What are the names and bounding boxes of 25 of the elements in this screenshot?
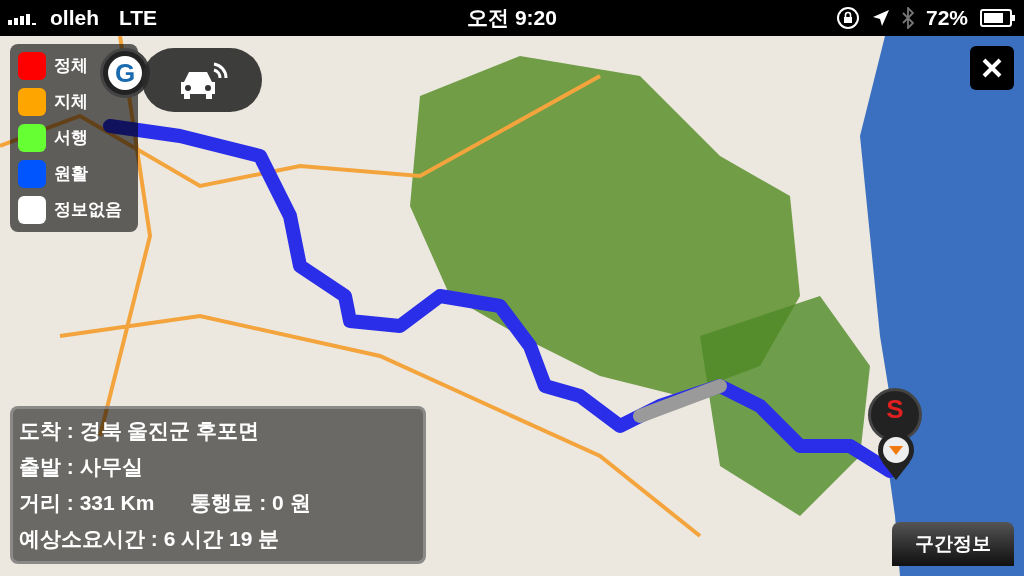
signal-icon — [8, 11, 38, 25]
rotation-lock-icon — [835, 6, 860, 30]
route-info-text: 거리 : 331 Km — [19, 490, 155, 517]
legend-label: 정보없음 — [54, 199, 122, 222]
legend-label: 원활 — [54, 163, 88, 186]
close-icon — [981, 57, 1003, 79]
bluetooth-icon — [901, 7, 914, 29]
close-button[interactable] — [970, 46, 1014, 90]
route-info-text: 도착 : 경북 울진군 후포면 — [19, 418, 260, 444]
clock: 오전 9:20 — [467, 5, 557, 32]
network-type: LTE — [119, 5, 158, 32]
section-info-button[interactable]: 구간정보 — [892, 522, 1014, 566]
route-info-text: 통행료 : 0 원 — [190, 490, 311, 517]
battery-percent: 72% — [925, 5, 968, 32]
route-info-text: 출발 : 사무실 — [19, 454, 143, 481]
route-info-text: 예상소요시간 : 6 시간 19 분 — [19, 526, 280, 553]
traffic-car-button[interactable] — [142, 48, 262, 112]
battery-icon — [980, 9, 1016, 27]
legend-label: 지체 — [54, 91, 88, 114]
pin-label: S — [886, 394, 904, 424]
legend-label: 정체 — [54, 55, 88, 78]
legend-label: 서행 — [54, 127, 88, 150]
pin-label: G — [108, 56, 142, 90]
carrier-name: olleh — [50, 5, 99, 32]
location-arrow-icon — [871, 9, 890, 27]
